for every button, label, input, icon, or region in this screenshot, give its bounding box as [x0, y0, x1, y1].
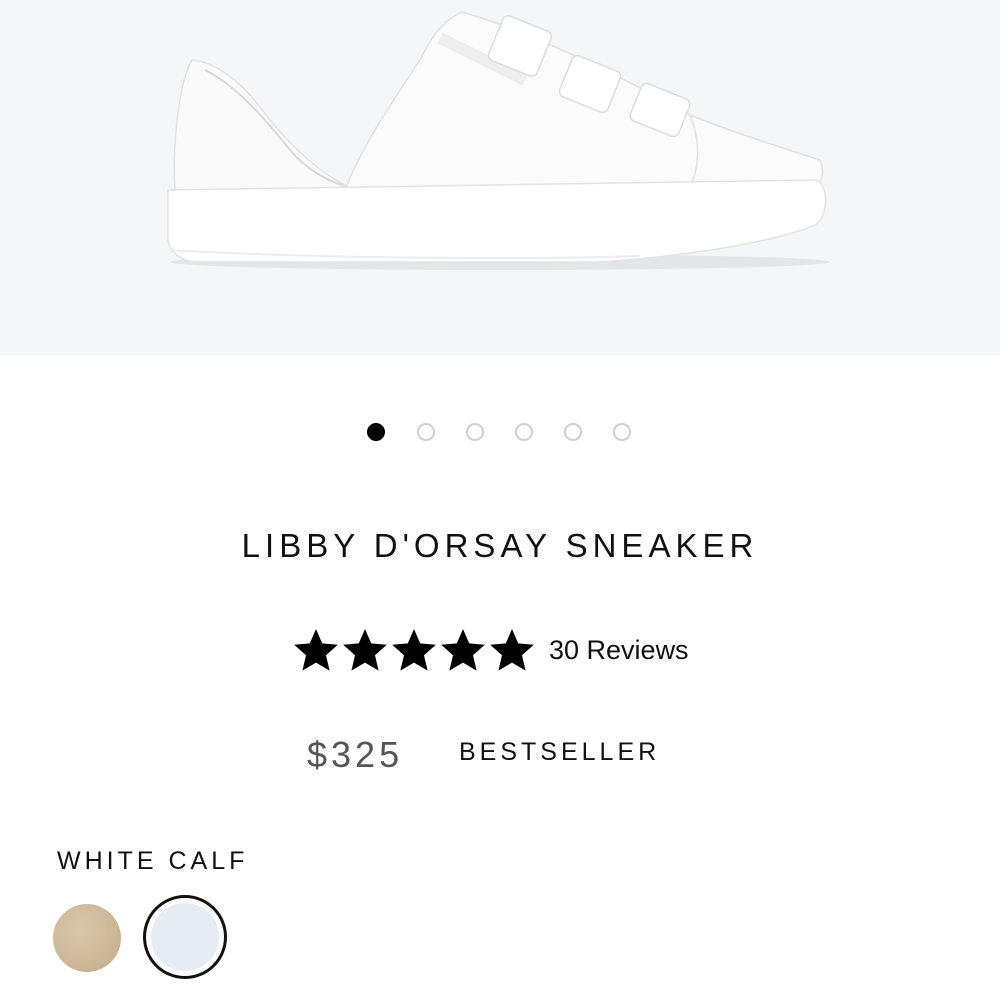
bestseller-badge: BESTSELLER: [459, 738, 661, 766]
star-rating[interactable]: [292, 626, 537, 674]
star-icon: [343, 629, 387, 671]
carousel-dot[interactable]: [417, 423, 435, 441]
white-calf-swatch[interactable]: [143, 895, 227, 979]
star-icon: [294, 629, 338, 671]
sneaker-image: [167, 11, 830, 270]
star-icon: [392, 629, 436, 671]
tan-swatch[interactable]: [53, 904, 121, 972]
product-price: $325: [307, 734, 404, 775]
star-icon: [490, 629, 534, 671]
product-image[interactable]: [0, 0, 1000, 355]
carousel-dot[interactable]: [564, 423, 582, 441]
carousel-dot[interactable]: [367, 423, 385, 441]
carousel-indicator: [0, 420, 1000, 446]
product-page: LIBBY D'ORSAY SNEAKER 30 Reviews $325 BE…: [0, 0, 1000, 1000]
reviews-link[interactable]: 30 Reviews: [549, 635, 689, 666]
selected-color-label: WHITE CALF: [57, 847, 249, 875]
product-title: LIBBY D'ORSAY SNEAKER: [241, 527, 759, 564]
rating-row: 30 Reviews: [292, 622, 689, 678]
carousel-dot[interactable]: [515, 423, 533, 441]
star-icon: [441, 629, 485, 671]
carousel-dot[interactable]: [613, 423, 631, 441]
carousel-dot[interactable]: [466, 423, 484, 441]
white-calf-swatch-fill: [151, 903, 219, 971]
